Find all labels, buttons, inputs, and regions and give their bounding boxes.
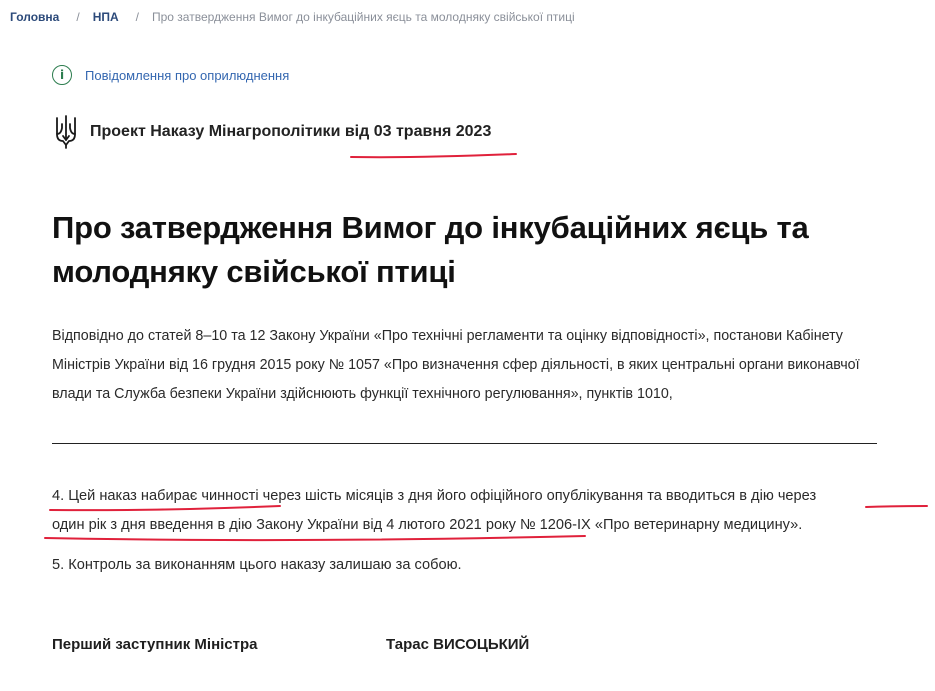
breadcrumb: Головна / НПА / Про затвердження Вимог д… (10, 10, 575, 24)
document-title: Про затвердження Вимог до інкубаційних я… (52, 206, 892, 294)
document-item-4: 4. Цей наказ набирає чинності через шіст… (52, 482, 932, 540)
project-title: Проект Наказу Мінагрополітики від 03 тра… (90, 123, 492, 140)
project-header: Проект Наказу Мінагрополітики від 03 тра… (54, 114, 491, 150)
breadcrumb-current: Про затвердження Вимог до інкубаційних я… (152, 10, 575, 24)
signatory-role: Перший заступник Міністра (52, 636, 258, 653)
breadcrumb-separator: / (135, 10, 139, 24)
document-preamble: Відповідно до статей 8–10 та 12 Закону У… (52, 328, 860, 402)
publication-notice[interactable]: i Повідомлення про оприлюднення (52, 65, 289, 85)
document-title-line2: молодняку свійської птиці (52, 254, 456, 289)
trident-icon (56, 115, 76, 149)
document-item-4-line1: 4. Цей наказ набирає чинності через шіст… (52, 488, 817, 504)
section-divider (52, 443, 877, 444)
document-item-4-line2: один рік з дня введення в дію Закону Укр… (52, 517, 803, 533)
breadcrumb-separator: / (76, 10, 80, 24)
info-icon: i (52, 65, 72, 85)
signatory-name: Тарас ВИСОЦЬКИЙ (386, 636, 530, 653)
breadcrumb-npa-link[interactable]: НПА (93, 10, 119, 24)
underline-project-date (350, 153, 517, 159)
breadcrumb-home-link[interactable]: Головна (10, 10, 59, 24)
document-item-5: 5. Контроль за виконанням цього наказу з… (52, 557, 462, 573)
publication-notice-link[interactable]: Повідомлення про оприлюднення (85, 68, 289, 83)
document-title-line1: Про затвердження Вимог до інкубаційних я… (52, 210, 809, 245)
